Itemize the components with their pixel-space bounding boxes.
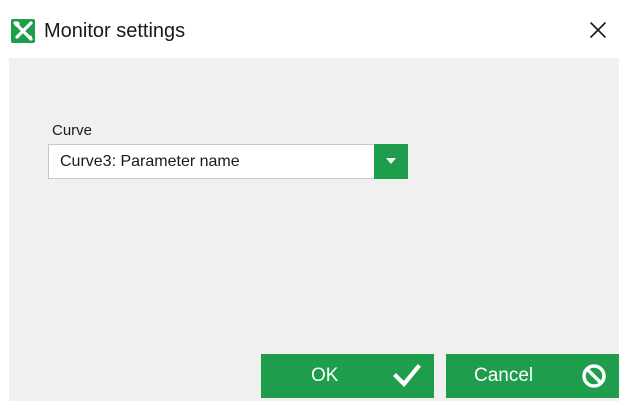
title-bar: Monitor settings bbox=[0, 0, 619, 58]
ok-button[interactable]: OK bbox=[261, 354, 434, 398]
prohibited-icon bbox=[582, 364, 606, 388]
tools-icon bbox=[11, 19, 35, 43]
chevron-down-icon bbox=[386, 158, 396, 164]
window-title: Monitor settings bbox=[44, 20, 186, 42]
close-icon bbox=[590, 22, 606, 38]
curve-select-value: Curve3: Parameter name bbox=[60, 153, 240, 170]
close-button[interactable] bbox=[585, 17, 611, 43]
cancel-button[interactable]: Cancel bbox=[446, 354, 619, 398]
curve-label: Curve bbox=[52, 122, 93, 139]
monitor-settings-dialog: Monitor settings Curve Curve3: Parameter… bbox=[0, 0, 619, 401]
curve-select[interactable]: Curve3: Parameter name bbox=[48, 144, 408, 179]
ok-button-label: OK bbox=[311, 365, 339, 386]
cancel-button-label: Cancel bbox=[474, 365, 534, 386]
settings-panel: Curve Curve3: Parameter name OK Cancel bbox=[9, 58, 619, 401]
checkmark-icon bbox=[393, 364, 421, 388]
dropdown-arrow-button[interactable] bbox=[374, 144, 408, 179]
